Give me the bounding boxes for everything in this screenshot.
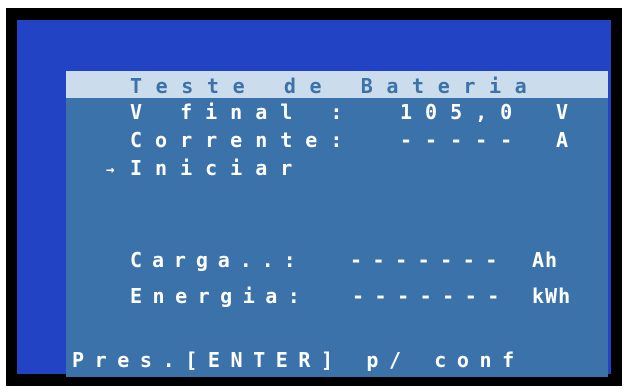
corrente-unit: A	[556, 128, 569, 152]
vfinal-unit: V	[556, 100, 569, 124]
menu-item-iniciar[interactable]: Iniciar	[130, 155, 305, 181]
screen-title: Teste de Bateria	[130, 74, 541, 98]
corrente-value: -----	[400, 128, 526, 152]
vfinal-value: 105,0	[400, 100, 526, 124]
corrente-label: Corrente:	[130, 128, 356, 152]
menu-cursor-arrow-icon: →	[106, 162, 115, 178]
screenshot-frame: Teste de Bateria V final : 105,0 V Corre…	[0, 0, 627, 392]
footer-instruction: Pres.[ENTER] p/ conf	[72, 348, 525, 372]
display-border: Teste de Bateria V final : 105,0 V Corre…	[17, 20, 611, 377]
carga-label: Carga..:	[130, 248, 306, 272]
lcd-display: Teste de Bateria V final : 105,0 V Corre…	[66, 71, 608, 377]
carga-unit: Ah	[532, 248, 559, 272]
energia-value: -------	[352, 284, 510, 308]
energia-unit: kWh	[532, 284, 572, 308]
vfinal-label: V final :	[130, 100, 356, 124]
carga-value: -------	[350, 248, 508, 272]
energia-label: Energia:	[130, 284, 311, 308]
